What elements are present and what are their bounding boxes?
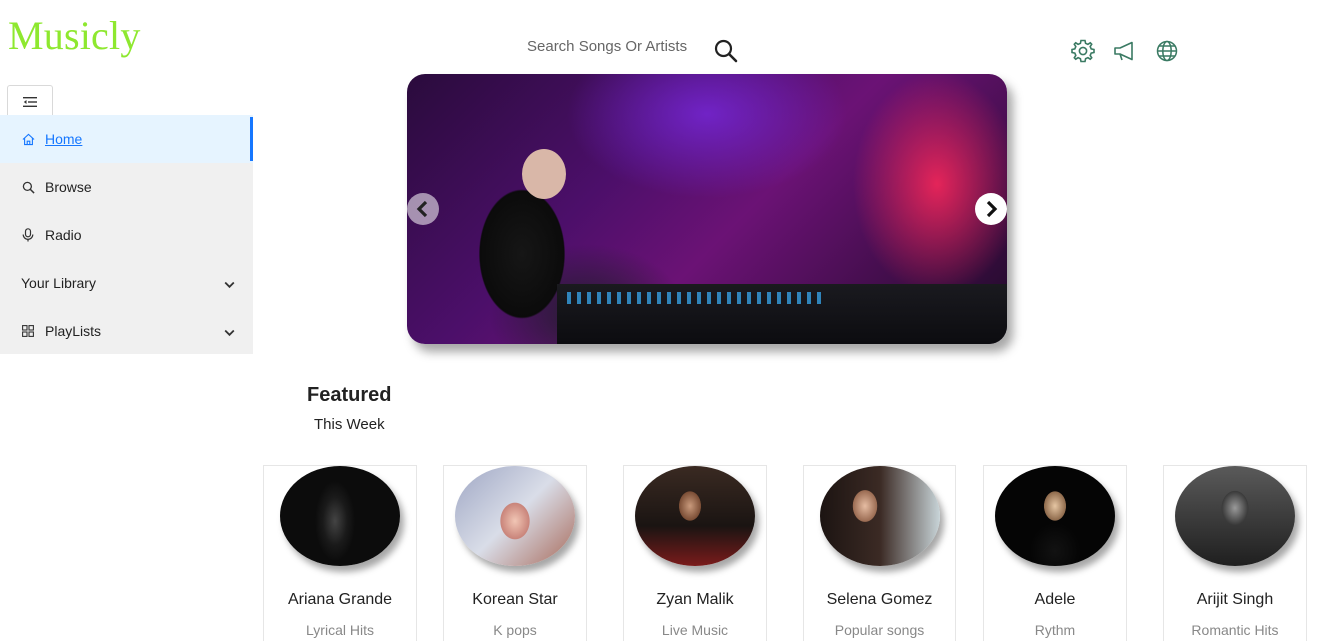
chevron-right-icon — [986, 200, 998, 218]
artist-description: Rythm — [1034, 622, 1076, 638]
featured-heading: Featured — [307, 384, 392, 406]
artist-card[interactable]: Arijit Singh Romantic Hits — [1163, 465, 1307, 641]
artist-description: Romantic Hits — [1191, 622, 1279, 638]
featured-subheading: This Week — [314, 416, 385, 433]
artist-avatar — [455, 466, 575, 566]
chevron-down-icon — [224, 324, 235, 340]
artist-description: Lyrical Hits — [306, 622, 374, 638]
chevron-down-icon — [224, 276, 235, 292]
artist-name: Selena Gomez — [826, 591, 933, 608]
sidebar-item-home[interactable]: Home — [0, 115, 253, 163]
menu-fold-icon — [23, 96, 37, 107]
carousel-next-button[interactable] — [975, 193, 1007, 225]
menu-toggle-button[interactable] — [7, 85, 53, 117]
artist-name: Arijit Singh — [1196, 591, 1274, 608]
megaphone-icon[interactable] — [1112, 38, 1138, 64]
artist-name: Ariana Grande — [287, 591, 393, 608]
grid-icon — [21, 324, 35, 338]
artist-card[interactable]: Ariana Grande Lyrical Hits — [263, 465, 417, 641]
search-icon[interactable] — [713, 38, 739, 69]
artist-avatar — [280, 466, 400, 566]
sidebar-item-label: Browse — [45, 179, 92, 195]
chevron-left-icon — [416, 200, 428, 218]
artist-avatar — [1175, 466, 1295, 566]
artist-card[interactable]: Korean Star K pops — [443, 465, 587, 641]
artist-card[interactable]: Selena Gomez Popular songs — [803, 465, 956, 641]
artist-description: Live Music — [661, 622, 729, 638]
carousel-image-dj-head — [522, 149, 566, 199]
globe-icon[interactable] — [1154, 38, 1180, 64]
home-icon — [21, 132, 35, 146]
microphone-icon — [21, 228, 35, 242]
artist-avatar — [995, 466, 1115, 566]
hero-carousel[interactable] — [407, 74, 1007, 344]
artist-description: K pops — [493, 622, 537, 638]
artist-description: Popular songs — [834, 622, 925, 638]
artist-card[interactable]: Adele Rythm — [983, 465, 1127, 641]
sidebar: Home Browse Radio Your Library PlayLists — [0, 115, 253, 354]
artist-name: Zyan Malik — [656, 591, 734, 608]
sidebar-item-label: Your Library — [21, 275, 96, 291]
search-input[interactable]: Search Songs Or Artists — [527, 38, 687, 55]
settings-icon[interactable] — [1070, 38, 1096, 64]
artist-avatar — [635, 466, 755, 566]
sidebar-item-playlists[interactable]: PlayLists — [0, 307, 253, 355]
header-actions — [1070, 38, 1180, 64]
app-logo[interactable]: Musicly — [8, 12, 141, 59]
artist-card[interactable]: Zyan Malik Live Music — [623, 465, 767, 641]
sidebar-item-radio[interactable]: Radio — [0, 211, 253, 259]
artist-name: Adele — [1034, 591, 1076, 608]
carousel-prev-button[interactable] — [407, 193, 439, 225]
sidebar-item-label: Radio — [45, 227, 82, 243]
artist-avatar — [819, 466, 940, 566]
sidebar-item-label: Home — [45, 131, 83, 147]
sidebar-item-label: PlayLists — [45, 323, 102, 339]
sidebar-item-browse[interactable]: Browse — [0, 163, 253, 211]
search-icon — [21, 180, 35, 194]
artist-name: Korean Star — [472, 591, 558, 608]
carousel-image-lights — [567, 292, 827, 304]
sidebar-item-your-library[interactable]: Your Library — [0, 259, 253, 307]
